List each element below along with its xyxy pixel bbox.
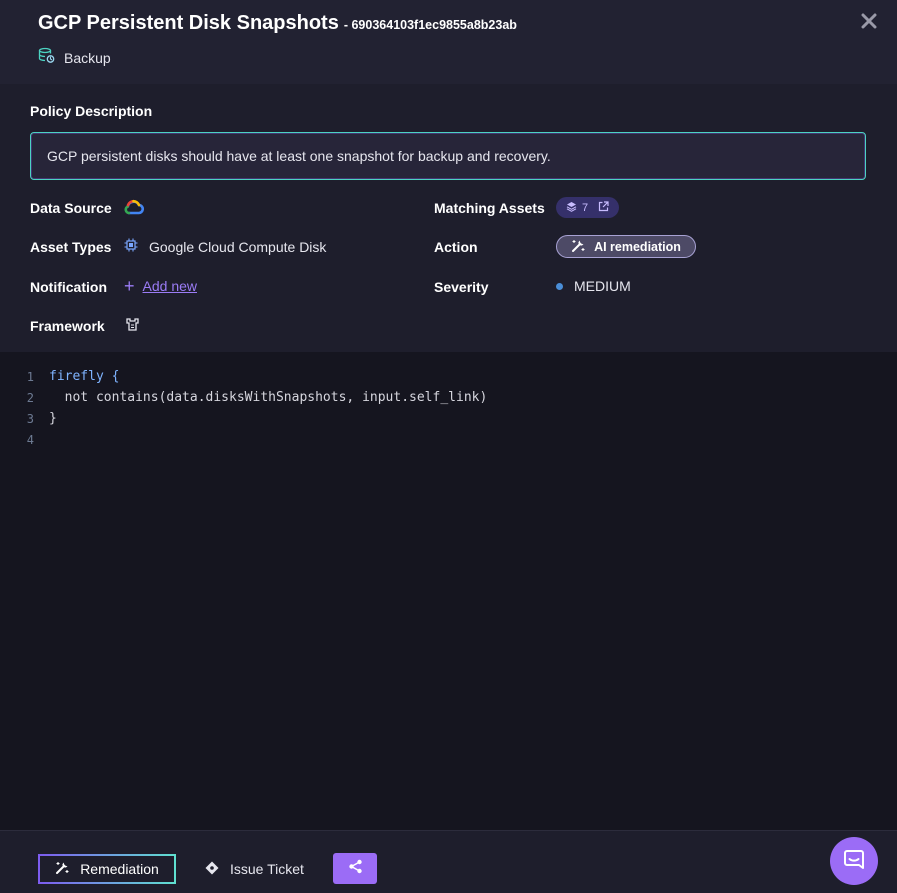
notification-value: + Add new: [124, 276, 197, 296]
matching-assets-label: Matching Assets: [434, 200, 545, 216]
asset-type-text: Google Cloud Compute Disk: [149, 238, 327, 255]
policy-details: Policy Description GCP persistent disks …: [0, 84, 897, 352]
line-number: 3: [26, 411, 34, 426]
plus-icon: +: [124, 276, 135, 296]
code-line: 3 }: [0, 408, 897, 429]
framework-icon: [125, 317, 140, 335]
line-number: 1: [26, 369, 34, 384]
framework-label: Framework: [30, 318, 105, 334]
page-title: GCP Persistent Disk Snapshots: [38, 12, 339, 34]
ticket-diamond-icon: [204, 860, 220, 879]
code-text: }: [49, 411, 57, 426]
issue-ticket-label: Issue Ticket: [230, 861, 304, 877]
issue-ticket-button[interactable]: Issue Ticket: [204, 854, 308, 884]
severity-value: MEDIUM: [556, 278, 631, 294]
framework-value: [125, 317, 140, 335]
database-refresh-icon: [38, 47, 55, 69]
action-label: Action: [434, 239, 478, 255]
share-icon: [348, 859, 363, 879]
category-label: Backup: [64, 50, 111, 66]
wand-wrench-icon: [571, 238, 586, 256]
policy-id: - 690364103f1ec9855a8b23ab: [343, 18, 517, 32]
asset-types-value: Google Cloud Compute Disk: [124, 238, 326, 255]
chat-launcher-button[interactable]: [830, 837, 878, 885]
description-label: Policy Description: [30, 103, 153, 119]
policy-category: Backup: [38, 47, 111, 69]
code-text: not contains(data.disksWithSnapshots, in…: [49, 390, 488, 405]
remediation-button[interactable]: Remediation: [38, 854, 176, 884]
code-keyword: firefly {: [49, 369, 120, 384]
modal-footer: Remediation Issue Ticket: [0, 830, 897, 893]
matching-assets-count: 7: [581, 201, 589, 214]
chat-icon: [842, 847, 866, 876]
add-notification-link[interactable]: Add new: [143, 278, 197, 294]
matching-assets-badge[interactable]: 7: [556, 197, 619, 218]
severity-label: Severity: [434, 279, 489, 295]
line-number: 2: [26, 390, 34, 405]
data-source-value: [123, 199, 145, 219]
ai-remediation-button[interactable]: AI remediation: [556, 235, 696, 258]
code-line: 4: [0, 429, 897, 450]
code-text: firefly {: [49, 369, 119, 384]
google-cloud-icon: [123, 199, 145, 219]
modal-header: GCP Persistent Disk Snapshots - 69036410…: [0, 0, 897, 84]
severity-dot: [556, 282, 563, 290]
policy-code-editor[interactable]: 1 firefly { 2 not contains(data.disksWit…: [0, 352, 897, 830]
external-link-icon: [598, 200, 609, 215]
severity-text: MEDIUM: [574, 278, 631, 294]
description-box: GCP persistent disks should have at leas…: [30, 132, 866, 180]
asset-types-label: Asset Types: [30, 239, 112, 255]
layers-icon: [566, 201, 577, 215]
close-icon: [861, 9, 877, 34]
code-line: 1 firefly {: [0, 366, 897, 387]
share-button[interactable]: [333, 853, 377, 884]
title-row: GCP Persistent Disk Snapshots - 69036410…: [38, 12, 517, 35]
close-button[interactable]: [859, 12, 879, 32]
wand-wrench-icon: [55, 860, 70, 878]
remediation-label: Remediation: [80, 861, 159, 877]
data-source-label: Data Source: [30, 200, 112, 216]
chip-icon: [124, 238, 138, 255]
notification-label: Notification: [30, 279, 107, 295]
line-number: 4: [26, 432, 34, 447]
ai-remediation-label: AI remediation: [594, 239, 681, 254]
code-line: 2 not contains(data.disksWithSnapshots, …: [0, 387, 897, 408]
